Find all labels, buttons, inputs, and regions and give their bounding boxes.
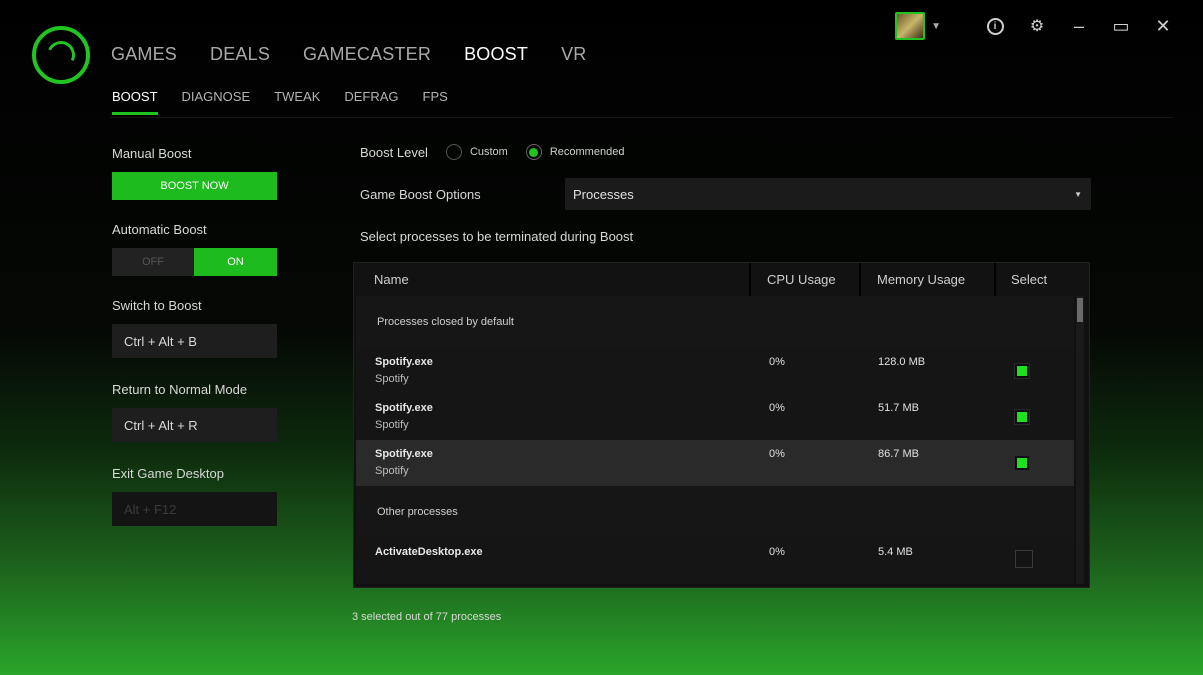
process-memory: 51.7 MB: [878, 402, 919, 414]
process-cpu: 0%: [769, 448, 785, 460]
process-app: Spotify: [375, 465, 409, 477]
left-panel: Manual Boost BOOST NOW Automatic Boost O…: [112, 146, 278, 550]
process-cpu: 0%: [769, 546, 785, 558]
process-memory: 86.7 MB: [878, 448, 919, 460]
col-name[interactable]: Name: [354, 263, 751, 296]
table-scrollbar[interactable]: [1076, 296, 1084, 584]
group-default-header: Processes closed by default: [356, 296, 1074, 348]
avatar[interactable]: [895, 12, 926, 40]
exit-desktop-hotkey-field[interactable]: Alt + F12: [112, 492, 277, 526]
nav-games[interactable]: GAMES: [111, 44, 177, 65]
tab-diagnose[interactable]: DIAGNOSE: [182, 89, 251, 115]
nav-boost[interactable]: BOOST: [464, 44, 528, 65]
group-other-header: Other processes: [356, 486, 1074, 538]
gear-icon[interactable]: ⚙: [1027, 16, 1047, 36]
process-app: Spotify: [375, 373, 409, 385]
game-boost-options-select[interactable]: Processes ▼: [565, 178, 1091, 210]
boost-level-label: Boost Level: [360, 144, 428, 160]
process-name: Spotify.exe: [375, 448, 433, 460]
select-checkbox[interactable]: [1014, 409, 1030, 425]
chevron-down-icon[interactable]: ▼: [931, 21, 941, 32]
tab-boost[interactable]: BOOST: [112, 89, 158, 115]
table-header: Name CPU Usage Memory Usage Select: [354, 263, 1089, 296]
select-processes-prompt: Select processes to be terminated during…: [360, 229, 634, 244]
process-name: Spotify.exe: [375, 356, 433, 368]
automatic-boost-toggle[interactable]: OFF ON: [112, 248, 277, 276]
process-cpu: 0%: [769, 356, 785, 368]
process-memory: 128.0 MB: [878, 356, 926, 368]
razer-cortex-logo-icon[interactable]: [32, 26, 90, 84]
main-nav: GAMES DEALS GAMECASTER BOOST VR: [111, 44, 587, 65]
radio-recommended[interactable]: [525, 144, 542, 160]
return-normal-hotkey-field[interactable]: Ctrl + Alt + R: [112, 408, 277, 442]
window-controls: ▼ i ⚙ – ▭ ✕: [895, 12, 1173, 40]
col-cpu[interactable]: CPU Usage: [751, 263, 861, 296]
boost-settings: Boost Level Custom Recommended Game Boos…: [360, 144, 1092, 244]
col-select[interactable]: Select: [996, 263, 1073, 296]
select-checkbox[interactable]: [1014, 363, 1030, 379]
boost-level-row: Boost Level Custom Recommended: [360, 144, 1092, 160]
process-memory: 5.4 MB: [878, 546, 913, 558]
automatic-boost-label: Automatic Boost: [112, 222, 207, 237]
process-cpu: 0%: [769, 402, 785, 414]
toggle-on[interactable]: ON: [194, 248, 277, 276]
nav-vr[interactable]: VR: [561, 44, 586, 65]
table-row[interactable]: Spotify.exe Spotify 0% 51.7 MB: [356, 394, 1074, 440]
boost-now-button[interactable]: BOOST NOW: [112, 172, 277, 200]
exit-desktop-label: Exit Game Desktop: [112, 466, 224, 481]
process-name: Spotify.exe: [375, 402, 433, 414]
nav-gamecaster[interactable]: GAMECASTER: [303, 44, 431, 65]
return-normal-label: Return to Normal Mode: [112, 382, 248, 397]
table-row[interactable]: ActivateDesktop.exe 0% 5.4 MB: [356, 538, 1074, 584]
sub-nav: BOOST DIAGNOSE TWEAK DEFRAG FPS: [112, 89, 448, 115]
close-icon[interactable]: ✕: [1153, 16, 1173, 36]
minimize-icon[interactable]: –: [1069, 16, 1089, 36]
info-icon[interactable]: i: [985, 16, 1005, 36]
table-row[interactable]: Spotify.exe Spotify 0% 128.0 MB: [356, 348, 1074, 394]
select-value: Processes: [573, 186, 634, 202]
scrollbar-thumb[interactable]: [1077, 298, 1083, 322]
switch-to-boost-hotkey-field[interactable]: Ctrl + Alt + B: [112, 324, 277, 358]
header-divider: [110, 117, 1173, 118]
select-checkbox[interactable]: [1015, 550, 1033, 568]
select-checkbox[interactable]: [1014, 455, 1030, 471]
chevron-down-icon: ▼: [1074, 189, 1082, 199]
manual-boost-label: Manual Boost: [112, 146, 192, 161]
selection-status: 3 selected out of 77 processes: [352, 611, 502, 623]
tab-fps[interactable]: FPS: [423, 89, 448, 115]
col-memory[interactable]: Memory Usage: [861, 263, 996, 296]
table-row[interactable]: Spotify.exe Spotify 0% 86.7 MB: [356, 440, 1074, 486]
game-boost-options-label: Game Boost Options: [360, 187, 481, 202]
process-table: Name CPU Usage Memory Usage Select Proce…: [353, 262, 1090, 588]
tab-defrag[interactable]: DEFRAG: [344, 89, 398, 115]
radio-custom[interactable]: [445, 144, 462, 160]
switch-to-boost-label: Switch to Boost: [112, 298, 202, 313]
nav-deals[interactable]: DEALS: [210, 44, 270, 65]
radio-recommended-label[interactable]: Recommended: [550, 146, 625, 158]
maximize-icon[interactable]: ▭: [1111, 16, 1131, 36]
process-name: ActivateDesktop.exe: [375, 546, 483, 558]
toggle-off[interactable]: OFF: [112, 248, 194, 276]
radio-custom-label[interactable]: Custom: [470, 146, 508, 158]
process-app: Spotify: [375, 419, 409, 431]
tab-tweak[interactable]: TWEAK: [274, 89, 320, 115]
